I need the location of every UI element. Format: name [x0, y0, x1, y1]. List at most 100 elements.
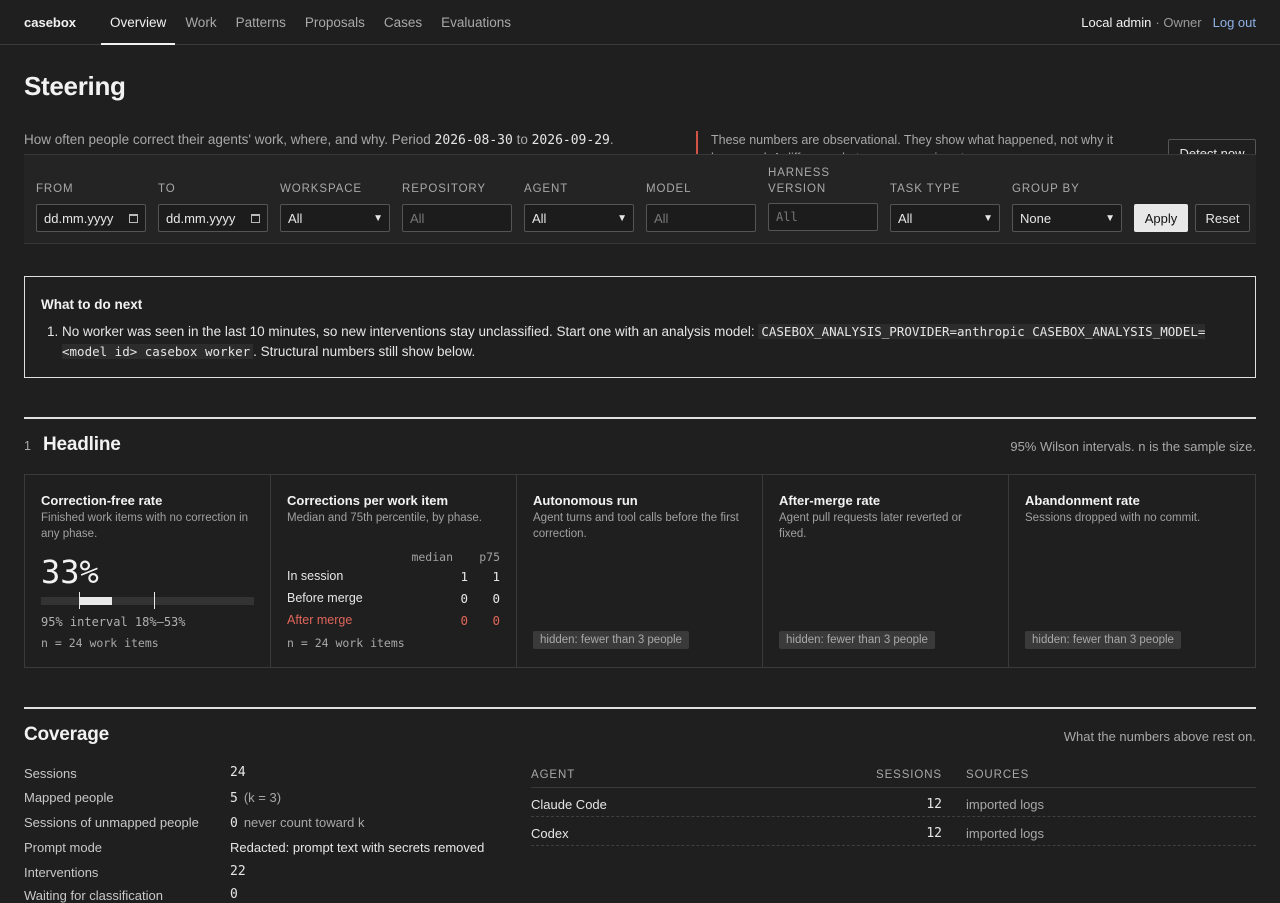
agent-select[interactable]: All ▼ — [524, 204, 634, 232]
row-median: 1 — [460, 569, 468, 584]
page-header: Steering How often people correct their … — [0, 45, 1280, 167]
next-step-item: 1. No worker was seen in the last 10 min… — [47, 322, 1243, 362]
to-date-input[interactable]: dd.mm.yyyy — [158, 204, 268, 232]
kv-value: 0 never count toward k — [230, 815, 365, 831]
calendar-icon — [251, 214, 260, 223]
filter-workspace: WORKSPACE — [280, 155, 390, 197]
harness-label: HARNESS VERSION — [768, 167, 830, 195]
card-corrections-per-item: Corrections per work item Median and 75t… — [271, 475, 517, 667]
agent-sessions: 12 — [926, 826, 942, 841]
interval-low-tick — [79, 592, 81, 609]
repository-placeholder: All — [410, 210, 425, 226]
kv-value: 24 — [230, 765, 246, 780]
filter-model: MODEL — [646, 155, 756, 197]
card-title: Autonomous run — [533, 493, 638, 508]
chevron-down-icon: ▼ — [617, 213, 627, 224]
col-median-header: median — [411, 550, 453, 564]
to-date-value: dd.mm.yyyy — [166, 210, 236, 226]
brand-logo[interactable]: casebox — [24, 0, 76, 44]
card-autonomous-run: Autonomous run Agent turns and tool call… — [517, 475, 763, 667]
tab-cases[interactable]: Cases — [375, 0, 431, 44]
next-step-text: No worker was seen in the last 10 minute… — [47, 322, 1243, 362]
table-row: Claude Code 12 imported logs — [531, 788, 1256, 817]
top-nav: casebox Overview Work Patterns Proposals… — [0, 0, 1280, 45]
row-label: After merge — [287, 613, 353, 627]
hidden-badge: hidden: fewer than 3 people — [1025, 631, 1181, 649]
repository-label: REPOSITORY — [402, 183, 486, 195]
agents-table-header: AGENT SESSIONS SOURCES — [531, 765, 1256, 788]
row-after-merge: After merge 0 0 — [287, 613, 500, 628]
model-input[interactable]: All — [646, 204, 756, 232]
card-title: After-merge rate — [779, 493, 881, 508]
agent-name: Codex — [531, 826, 569, 841]
tab-overview[interactable]: Overview — [101, 0, 176, 45]
card-description: Median and 75th percentile, by phase. — [287, 512, 482, 524]
kv-value-main: 5 — [230, 791, 238, 806]
card-description: Agent pull requests later reverted or fi… — [779, 512, 962, 540]
coverage-title: Coverage — [24, 724, 109, 745]
workspace-value: All — [288, 210, 303, 226]
section-divider — [24, 417, 1256, 419]
harness-placeholder: All — [776, 210, 798, 224]
apply-button[interactable]: Apply — [1134, 204, 1188, 232]
interval-high-tick — [153, 592, 155, 609]
chevron-down-icon: ▼ — [373, 213, 383, 224]
kv-value: 22 — [230, 864, 246, 879]
reset-button[interactable]: Reset — [1195, 204, 1250, 232]
logout-link[interactable]: Log out — [1213, 15, 1256, 30]
kv-value-extra: never count toward k — [243, 815, 365, 830]
filter-to: TO — [158, 155, 268, 197]
agent-name: Claude Code — [531, 797, 607, 812]
group-by-select[interactable]: None ▼ — [1012, 204, 1122, 232]
row-in-session: In session 1 1 — [287, 569, 500, 584]
row-p75: 0 — [492, 591, 500, 606]
subtitle-prefix: How often people correct their agents' w… — [24, 132, 435, 147]
subtitle-to: to — [512, 132, 532, 147]
task-type-label: TASK TYPE — [890, 183, 961, 195]
interval-bar — [41, 592, 254, 609]
card-title: Correction-free rate — [41, 493, 163, 508]
user-name: Local admin — [1081, 14, 1152, 30]
agent-sessions: 12 — [926, 797, 942, 812]
card-description: Agent turns and tool calls before the fi… — [533, 512, 739, 540]
sample-size: n = 24 work items — [41, 636, 159, 650]
workspace-label: WORKSPACE — [280, 183, 363, 195]
kv-label: Sessions — [24, 766, 77, 781]
from-label: FROM — [36, 183, 74, 195]
repository-input[interactable]: All — [402, 204, 512, 232]
card-description: Finished work items with no correction i… — [41, 512, 249, 540]
workspace-select[interactable]: All ▼ — [280, 204, 390, 232]
card-abandonment-rate: Abandonment rate Sessions dropped with n… — [1009, 475, 1255, 667]
headline-note: 95% Wilson intervals. n is the sample si… — [1010, 439, 1256, 454]
coverage-note: What the numbers above rest on. — [1063, 729, 1256, 744]
chevron-down-icon: ▼ — [1105, 213, 1115, 224]
col-agent-header: AGENT — [531, 769, 576, 781]
next-steps-title: What to do next — [41, 297, 143, 312]
agents-table: AGENT SESSIONS SOURCES Claude Code 12 im… — [531, 765, 1256, 846]
next-step-message: No worker was seen in the last 10 minute… — [62, 324, 755, 339]
from-date-input[interactable]: dd.mm.yyyy — [36, 204, 146, 232]
harness-version-input[interactable]: All — [768, 203, 878, 231]
sample-size: n = 24 work items — [287, 636, 405, 650]
filter-group-by: GROUP BY — [1012, 155, 1122, 197]
subtitle-suffix: . — [609, 132, 614, 147]
card-title: Corrections per work item — [287, 493, 449, 508]
tab-work[interactable]: Work — [176, 0, 225, 44]
page-subtitle: How often people correct their agents' w… — [24, 132, 614, 148]
tab-evaluations[interactable]: Evaluations — [432, 0, 520, 44]
headline-title: Headline — [43, 434, 121, 455]
agent-label: AGENT — [524, 183, 569, 195]
tab-patterns[interactable]: Patterns — [227, 0, 295, 44]
agent-sources: imported logs — [966, 826, 1045, 841]
col-p75-header: p75 — [479, 550, 500, 564]
group-by-label: GROUP BY — [1012, 183, 1080, 195]
tab-proposals[interactable]: Proposals — [296, 0, 374, 44]
kv-label: Prompt mode — [24, 840, 103, 855]
from-date-value: dd.mm.yyyy — [44, 210, 114, 226]
user-box: Local admin · Owner Log out — [1081, 0, 1256, 44]
correction-free-value: 33% — [41, 553, 99, 591]
task-type-select[interactable]: All ▼ — [890, 204, 1000, 232]
row-label: Before merge — [287, 591, 363, 605]
kv-value: Redacted: prompt text with secrets remov… — [230, 840, 484, 855]
agent-value: All — [532, 210, 547, 226]
